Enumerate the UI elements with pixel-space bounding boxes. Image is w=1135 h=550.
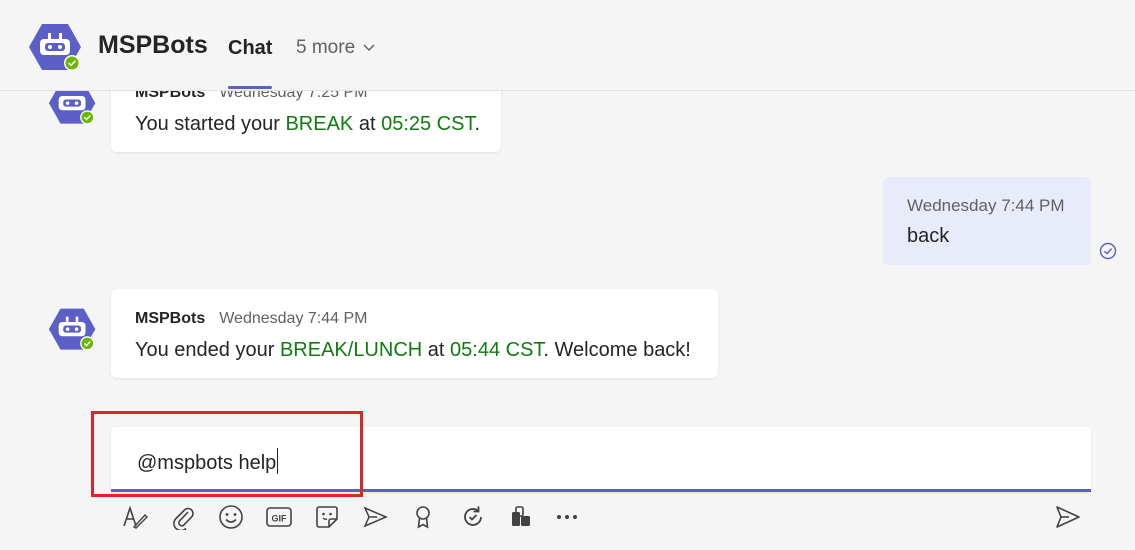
attach-icon[interactable] (168, 502, 198, 532)
text-part: . Welcome back! (543, 339, 691, 361)
text-part: at (422, 339, 451, 361)
send-icon[interactable] (1052, 502, 1084, 532)
mspbots-avatar[interactable] (28, 22, 84, 74)
sticker-icon[interactable] (312, 502, 342, 532)
annotation-highlight-box (91, 411, 363, 497)
message-sender: MSPBots (135, 310, 206, 327)
more-tabs-label: 5 more (296, 37, 356, 58)
chevron-down-icon (363, 44, 375, 52)
svg-text:GIF: GIF (272, 514, 288, 524)
text-part: You ended your (135, 339, 280, 361)
text-part: You started your (135, 113, 286, 135)
active-tab-indicator (228, 86, 272, 89)
emoji-icon[interactable] (216, 502, 246, 532)
highlight-part: BREAK/LUNCH (279, 339, 423, 361)
highlight-part: 05:25 CST (381, 113, 475, 135)
message-avatar[interactable] (48, 306, 98, 354)
apps-icon[interactable] (506, 502, 536, 532)
bot-icon (29, 24, 81, 71)
schedule-meeting-icon[interactable] (360, 502, 390, 532)
highlight-part: 05:44 CST (450, 339, 544, 361)
praise-icon[interactable] (408, 502, 438, 532)
read-receipt-icon (1099, 242, 1117, 265)
tab-chat[interactable]: Chat (228, 37, 272, 60)
loop-icon[interactable] (458, 502, 488, 532)
message-time: Wednesday 7:44 PM (907, 196, 1065, 215)
my-message-bubble[interactable]: Wednesday 7:44 PM back (883, 177, 1091, 265)
chat-header: MSPBots Chat 5 more (0, 0, 1135, 91)
app-title: MSPBots (98, 31, 208, 59)
message-time: Wednesday 7:44 PM (219, 310, 368, 327)
message-text: You ended your BREAK/LUNCH at 05:44 CST.… (135, 339, 691, 362)
gif-icon[interactable]: GIF (264, 502, 294, 532)
text-part: at (353, 113, 382, 135)
message-text: You started your BREAK at 05:25 CST. (135, 113, 480, 136)
format-icon[interactable] (120, 502, 150, 532)
text-part: . (474, 113, 481, 135)
message-text: back (907, 225, 950, 247)
message-bubble[interactable]: MSPBots Wednesday 7:44 PM You ended your … (111, 289, 718, 378)
message-meta: MSPBots Wednesday 7:44 PM (135, 310, 367, 328)
more-tabs-button[interactable]: 5 more (296, 37, 375, 59)
bot-icon (48, 308, 96, 351)
more-options-icon[interactable] (552, 502, 582, 532)
highlight-part: BREAK (285, 113, 354, 135)
